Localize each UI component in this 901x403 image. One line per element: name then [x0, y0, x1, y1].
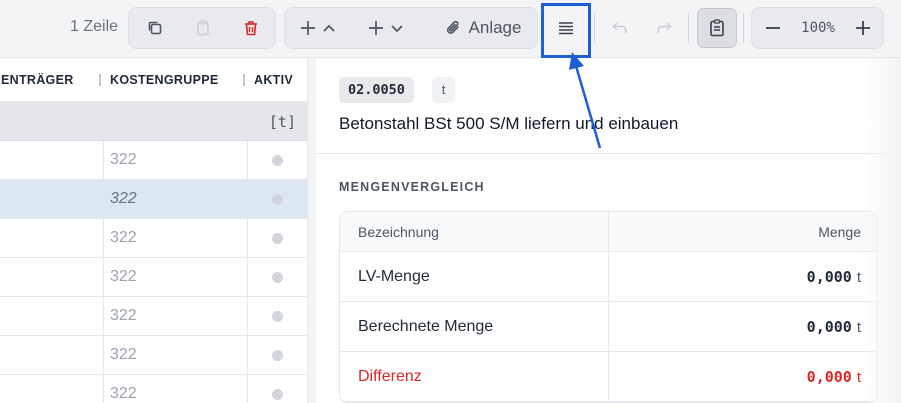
kostengruppe-cell: 322 — [110, 229, 137, 246]
quantity-value: 0,000 — [806, 368, 852, 386]
column-resize-handle[interactable] — [243, 74, 245, 86]
section-title: MENGENVERGLEICH — [339, 180, 485, 194]
column-header-kostengruppe[interactable]: KOSTENGRUPPE — [110, 73, 218, 87]
attachment-label: Anlage — [468, 18, 522, 37]
toolbar-separator — [743, 13, 744, 43]
position-unit: t — [432, 77, 455, 103]
zoom-value: 100% — [801, 20, 835, 36]
insert-below-button[interactable] — [363, 8, 415, 48]
kostengruppe-cell: 322 — [110, 268, 137, 285]
clipboard-group — [128, 7, 276, 49]
quantity-label: LV-Menge — [358, 268, 430, 285]
app-root: 1 Zeile Anlage 100% ENTRÄGER KOSTENGRUPP… — [0, 0, 901, 403]
kostengruppe-cell: 322 — [110, 385, 137, 402]
insert-group: Anlage — [284, 7, 538, 49]
quantity-value: 0,000 — [806, 318, 852, 336]
insert-above-button[interactable] — [295, 8, 347, 48]
redo-icon — [657, 22, 672, 33]
clipboard-list-button[interactable] — [697, 8, 737, 48]
toolbar: 1 Zeile Anlage 100% — [0, 0, 901, 58]
trash-icon — [245, 21, 257, 36]
table-header: ENTRÄGER KOSTENGRUPPE AKTIV — [0, 58, 307, 102]
column-divider — [608, 212, 609, 402]
table-row[interactable]: 322 — [0, 141, 307, 180]
header-menge: Menge — [818, 224, 861, 240]
kostengruppe-cell: 322 — [110, 307, 137, 324]
table-row[interactable]: 322 — [0, 219, 307, 258]
minus-icon — [766, 27, 780, 29]
quantity-table-header: Bezeichnung Menge — [340, 212, 877, 252]
table-row[interactable]: 322 — [0, 258, 307, 297]
divider — [316, 153, 901, 154]
active-indicator — [272, 155, 283, 166]
clipboard-icon — [197, 20, 209, 36]
zoom-group: 100% — [751, 7, 884, 49]
zoom-out-button[interactable] — [756, 8, 790, 48]
quantity-comparison-table: Bezeichnung Menge LV-Menge 0,000 t Berech… — [339, 211, 878, 403]
plus-chevron-down-icon — [369, 21, 403, 35]
clipboard-list-icon — [710, 19, 724, 37]
active-indicator — [272, 311, 283, 322]
quantity-label: Differenz — [358, 368, 422, 385]
toolbar-separator — [688, 13, 689, 43]
redo-button[interactable] — [647, 8, 681, 48]
row-count-label: 1 Zeile — [70, 18, 119, 35]
table-row[interactable]: 322 — [0, 180, 307, 219]
active-indicator — [272, 272, 283, 283]
detail-panel: 02.0050 t Betonstahl BSt 500 S/M liefern… — [316, 58, 901, 403]
active-indicator — [272, 233, 283, 244]
toolbar-separator — [594, 13, 595, 43]
active-indicator — [272, 350, 283, 361]
attachment-button[interactable]: Anlage — [433, 8, 533, 48]
position-table: ENTRÄGER KOSTENGRUPPE AKTIV [t] 322 322 … — [0, 58, 308, 403]
plus-icon — [856, 21, 870, 35]
quantity-row-berechnet: Berechnete Menge 0,000 t — [340, 302, 877, 352]
kostengruppe-cell: 322 — [110, 190, 137, 207]
quantity-value: 0,000 — [806, 268, 852, 286]
plus-chevron-up-icon — [301, 21, 335, 35]
copy-button[interactable] — [135, 8, 175, 48]
quantity-row-differenz: Differenz 0,000 t — [340, 352, 877, 402]
highlight-box — [541, 3, 591, 58]
header-bezeichnung: Bezeichnung — [358, 224, 439, 240]
active-indicator — [272, 389, 283, 400]
unit-group-row[interactable]: [t] — [0, 102, 307, 141]
position-code: 02.0050 — [339, 77, 414, 103]
table-row[interactable]: 322 — [0, 336, 307, 375]
quantity-label: Berechnete Menge — [358, 318, 494, 335]
paste-button[interactable] — [183, 8, 223, 48]
copy-icon — [148, 21, 162, 35]
column-header-kostentraeger[interactable]: ENTRÄGER — [1, 73, 74, 87]
column-resize-handle[interactable] — [99, 74, 101, 86]
kostengruppe-cell: 322 — [110, 346, 137, 363]
column-header-aktiv[interactable]: AKTIV — [254, 73, 293, 87]
zoom-in-button[interactable] — [846, 8, 880, 48]
undo-button[interactable] — [603, 8, 637, 48]
unit-label: [t] — [268, 113, 296, 131]
table-row[interactable]: 322 — [0, 375, 307, 403]
panel-edge-shadow — [861, 58, 901, 403]
table-row[interactable]: 322 — [0, 297, 307, 336]
delete-button[interactable] — [231, 8, 271, 48]
position-description: Betonstahl BSt 500 S/M liefern und einba… — [339, 114, 679, 133]
quantity-row-lv: LV-Menge 0,000 t — [340, 252, 877, 302]
kostengruppe-cell: 322 — [110, 151, 137, 168]
zoom-level: 100% — [792, 8, 844, 48]
active-indicator — [272, 194, 283, 205]
paperclip-icon — [446, 20, 459, 34]
undo-icon — [612, 22, 627, 33]
